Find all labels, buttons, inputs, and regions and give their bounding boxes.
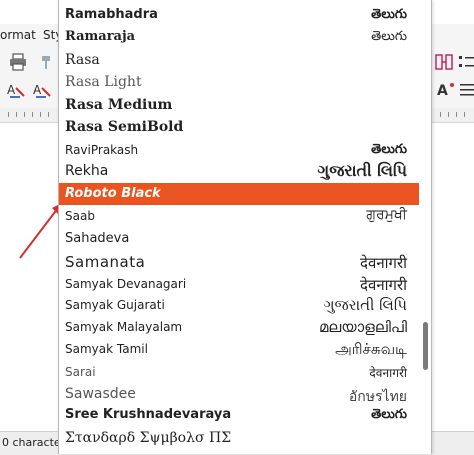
font-item-samanata[interactable]: Samanata देवनागरी [59, 251, 419, 273]
font-item-label: Sree Krushnadevaraya [65, 407, 232, 422]
font-item-label: Samyak Gujarati [65, 298, 165, 312]
font-item-ramabhadra[interactable]: Ramabhadra తెలుగు [59, 4, 419, 26]
font-item-sample: देवनागरी [360, 254, 407, 272]
font-item-label: Saab [65, 209, 95, 223]
font-item-label: Ramabhadra [65, 7, 158, 22]
font-item-sample: देवनागरी [369, 366, 407, 380]
font-item-samyak-tamil[interactable]: Samyak Tamil அரிச்சுவடி [59, 338, 419, 360]
font-item-ramaraja[interactable]: Ramaraja తెలుగు [59, 26, 419, 48]
font-item-sahadeva[interactable]: Sahadeva [59, 228, 419, 250]
font-item-standard-symbols-ps[interactable]: Στανδαρδ Σψμβολσ ΠΣ [59, 427, 419, 449]
dropdown-scrollbar-track[interactable] [420, 0, 430, 454]
font-item-sawasdee[interactable]: Sawasdee อักษรไทย [59, 383, 419, 405]
font-item-label: Rasa SemiBold [65, 119, 184, 135]
font-item-rasa-medium[interactable]: Rasa Medium [59, 94, 419, 116]
font-item-label: Samyak Tamil [65, 342, 148, 356]
font-name-dropdown[interactable]: Ramabhadra తెలుగు Ramaraja తెలుగు Rasa R… [58, 0, 432, 454]
font-item-samyak-malayalam[interactable]: Samyak Malayalam മലയാളലിപി [59, 316, 419, 338]
font-item-sample: తెలుగు [371, 7, 407, 22]
font-item-roboto-black[interactable]: Roboto Black [59, 183, 419, 205]
font-item-label: Sarai [65, 365, 96, 379]
font-item-raviprakash[interactable]: RaviPrakash తెలుగు [59, 139, 419, 161]
font-item-sample: తెలుగు [371, 407, 407, 422]
font-item-label: Στανδαρδ Σψμβολσ ΠΣ [65, 430, 232, 446]
font-item-label: Rasa Light [65, 74, 142, 90]
font-item-sample: ગુજરાતી લિપિ [317, 161, 407, 180]
font-item-samyak-gujarati[interactable]: Samyak Gujarati ગુજરાતી લિપિ [59, 294, 419, 316]
font-item-saab[interactable]: Saab ਗੁਰਮੁਖੀ [59, 205, 419, 227]
font-item-rasa[interactable]: Rasa [59, 49, 419, 71]
font-item-label: Rasa [65, 52, 100, 68]
font-item-label: Sawasdee [65, 386, 136, 402]
font-item-sample: ਗੁਰਮੁਖੀ [366, 207, 407, 223]
dropdown-scrollbar-thumb[interactable] [423, 322, 428, 370]
font-item-rekha[interactable]: Rekha ગુજરાતી લિપિ [59, 160, 419, 182]
font-item-sample: देवनागरी [360, 276, 407, 294]
font-item-sample: அரிச்சுவடி [335, 340, 407, 358]
font-item-label: Roboto Black [65, 186, 161, 201]
font-item-sample: తెలుగు [371, 142, 407, 157]
font-item-sarai[interactable]: Sarai देवनागरी [59, 361, 419, 383]
font-item-sample: മലയാളലിപി [318, 318, 407, 336]
font-item-rasa-light[interactable]: Rasa Light [59, 71, 419, 93]
font-item-sample: తెలుగు [371, 29, 407, 44]
font-item-label: Samanata [65, 253, 146, 271]
font-item-label: Samyak Malayalam [65, 320, 183, 334]
font-item-label: Rekha [65, 163, 109, 179]
font-item-sample: ગુજરાતી લિપિ [323, 296, 407, 314]
font-item-rasa-semibold[interactable]: Rasa SemiBold [59, 116, 419, 138]
font-item-label: Ramaraja [65, 29, 136, 44]
font-item-sree-krushnadevaraya[interactable]: Sree Krushnadevaraya తెలుగు [59, 404, 419, 426]
font-item-label: Sahadeva [65, 231, 130, 246]
font-item-label: Samyak Devanagari [65, 277, 187, 291]
font-item-samyak-devanagari[interactable]: Samyak Devanagari देवनागरी [59, 273, 419, 295]
font-item-label: RaviPrakash [65, 143, 139, 157]
font-item-label: Rasa Medium [65, 97, 173, 113]
